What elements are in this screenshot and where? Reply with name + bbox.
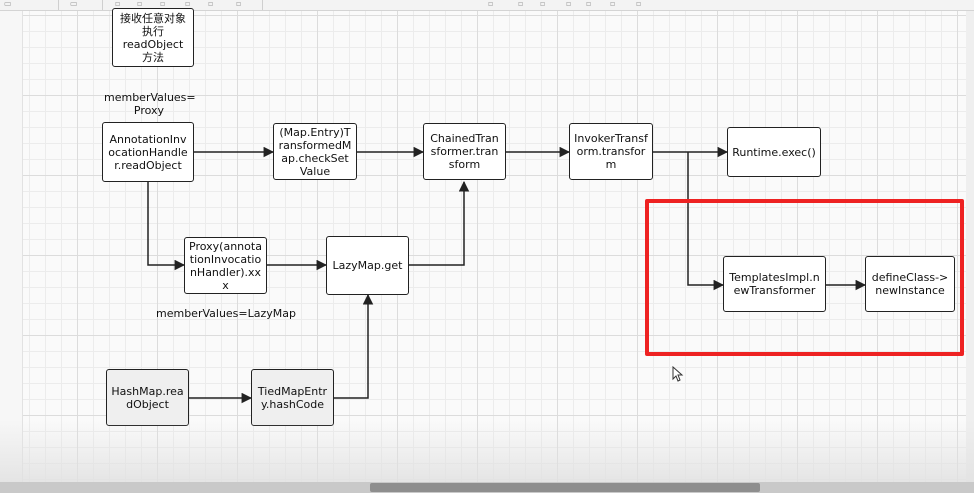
node-hashmap-readobject[interactable]: HashMap.readObject <box>106 369 189 426</box>
edge-tiedmap-to-lazymap <box>334 293 374 399</box>
horizontal-scroll-thumb[interactable] <box>370 483 760 492</box>
node-proxy[interactable]: Proxy(annotationInvocationHandler).xxx <box>184 237 267 294</box>
node-map-entry[interactable]: (Map.Entry)TransformedMap.checkSetValue <box>273 123 357 180</box>
node-tiedmap-entry[interactable]: TiedMapEntry.hashCode <box>251 369 334 426</box>
edge-lazymap-to-chained <box>409 180 470 266</box>
node-chained-transformer[interactable]: ChainedTransformer.transform <box>423 123 506 180</box>
label-member-values-proxy: memberValues= Proxy <box>104 91 196 117</box>
node-annotation-handler[interactable]: AnnotationInvocationHandler.readObject <box>102 122 194 182</box>
mouse-cursor-icon <box>672 366 684 382</box>
label-member-values-lazymap: memberValues=LazyMap <box>156 307 296 320</box>
node-runtime-exec[interactable]: Runtime.exec() <box>727 127 821 177</box>
node-lazymap-get[interactable]: LazyMap.get <box>326 236 409 295</box>
edge-annotation-to-proxy <box>147 182 186 271</box>
highlight-box <box>645 199 964 356</box>
node-invoker-transformer[interactable]: InvokerTransform.transform <box>569 123 653 180</box>
node-receive-object[interactable]: 接收任意对象 执行 readObject 方法 <box>112 8 194 67</box>
